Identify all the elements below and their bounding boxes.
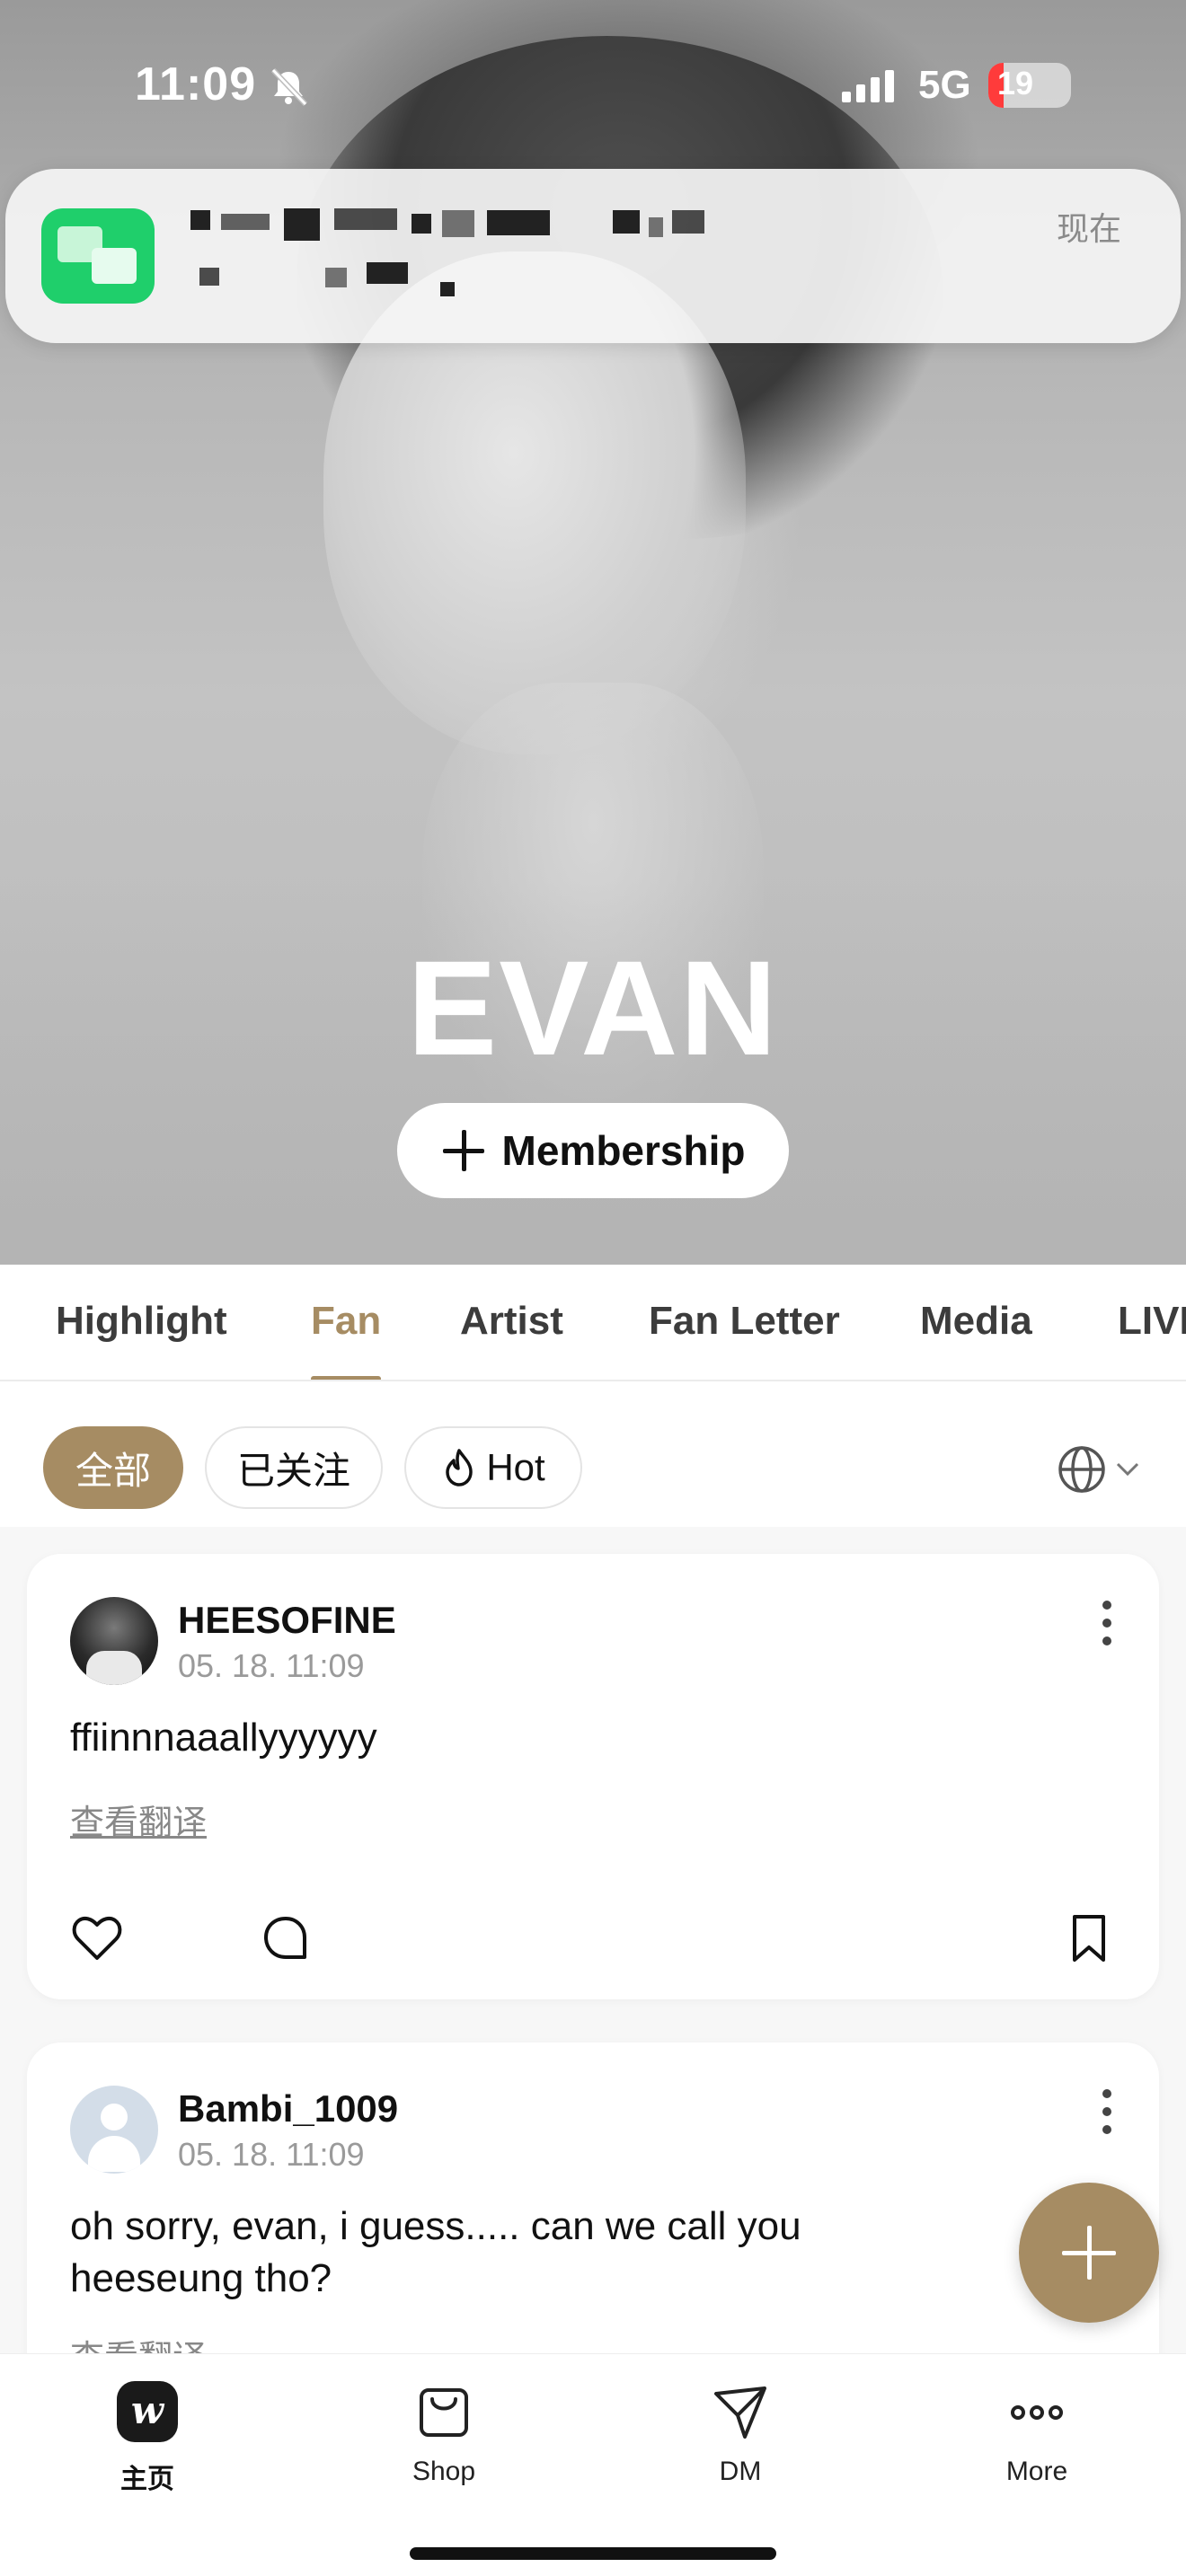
nav-label: More <box>1005 2457 1068 2486</box>
filter-chip-hot[interactable]: Hot <box>404 1426 582 1509</box>
translate-link[interactable]: 查看翻译 <box>70 2330 207 2353</box>
section-tabs: Highlight Fan Artist Fan Letter Media LI… <box>0 1265 1186 1381</box>
more-dots-icon <box>1011 2405 1063 2420</box>
avatar[interactable] <box>70 2086 158 2174</box>
filter-chip-label: 全部 <box>75 1449 151 1492</box>
post-text: oh sorry, evan, i guess..... can we call… <box>70 2204 801 2300</box>
notification-content-pixelated <box>190 205 999 313</box>
bell-muted-icon <box>270 67 308 107</box>
bookmark-icon[interactable] <box>1062 1911 1116 1965</box>
post-username[interactable]: HEESOFINE <box>178 1599 396 1642</box>
plus-icon <box>1062 2226 1116 2280</box>
home-icon: w <box>117 2381 178 2442</box>
notification-banner[interactable]: 现在 <box>5 169 1181 343</box>
battery-text: 19 <box>997 65 1034 101</box>
filter-chip-all[interactable]: 全部 <box>43 1426 183 1509</box>
network-label: 5G <box>918 63 971 107</box>
membership-button[interactable]: Membership <box>397 1103 789 1198</box>
bottom-navigation: w 主页 Shop DM More <box>0 2353 1186 2576</box>
flame-icon <box>446 1449 474 1486</box>
nav-item-dm[interactable]: DM <box>651 2381 830 2487</box>
filter-bar: 全部 已关注 Hot <box>0 1383 1186 1545</box>
tab-fan-letter[interactable]: Fan Letter <box>649 1299 840 1344</box>
signal-icon <box>842 70 894 102</box>
shop-bag-icon <box>420 2388 468 2437</box>
green-app-icon <box>41 208 155 304</box>
post-card[interactable]: Bambi_1009 05. 18. 11:09 oh sorry, evan,… <box>27 2042 1159 2353</box>
home-indicator <box>410 2547 776 2560</box>
filter-chip-label: 已关注 <box>236 1449 350 1492</box>
fan-feed: HEESOFINE 05. 18. 11:09 ffiinnnaaallyyyy… <box>0 1527 1186 2353</box>
heart-icon[interactable] <box>70 1911 124 1965</box>
filter-chip-following[interactable]: 已关注 <box>205 1426 383 1509</box>
translate-link[interactable]: 查看翻译 <box>70 1795 207 1844</box>
post-card[interactable]: HEESOFINE 05. 18. 11:09 ffiinnnaaallyyyy… <box>27 1554 1159 1999</box>
artist-name: EVAN <box>407 932 779 1083</box>
more-options-icon[interactable] <box>1102 2089 1112 2134</box>
tab-fan[interactable]: Fan <box>311 1299 381 1344</box>
avatar[interactable] <box>70 1597 158 1685</box>
more-options-icon[interactable] <box>1102 1601 1112 1645</box>
globe-icon[interactable] <box>1057 1444 1107 1495</box>
battery-indicator: 19 <box>988 63 1071 108</box>
nav-label: Shop <box>412 2457 476 2486</box>
plus-icon <box>441 1128 486 1173</box>
post-timestamp: 05. 18. 11:09 <box>178 1647 365 1684</box>
tab-live[interactable]: LIVE <box>1118 1299 1186 1344</box>
tab-artist[interactable]: Artist <box>460 1299 563 1344</box>
nav-label: 主页 <box>120 2465 174 2494</box>
new-post-button[interactable] <box>1019 2183 1159 2323</box>
notification-time: 现在 <box>1057 210 1122 247</box>
tab-media[interactable]: Media <box>920 1299 1032 1344</box>
filter-chip-label: Hot <box>486 1446 545 1488</box>
post-text: ffiinnnaaallyyyyyy <box>70 1716 377 1760</box>
nav-item-more[interactable]: More <box>947 2381 1127 2487</box>
post-timestamp: 05. 18. 11:09 <box>178 2136 365 2173</box>
status-time: 11:09 <box>135 58 257 110</box>
nav-item-home[interactable]: w 主页 <box>58 2381 237 2496</box>
chevron-down-icon[interactable] <box>1114 1459 1141 1480</box>
status-bar: 11:09 5G 19 <box>0 0 1186 171</box>
tab-highlight[interactable]: Highlight <box>56 1299 227 1344</box>
active-tab-indicator <box>311 1376 381 1380</box>
post-username[interactable]: Bambi_1009 <box>178 2087 398 2130</box>
nav-item-shop[interactable]: Shop <box>354 2381 534 2487</box>
nav-label: DM <box>719 2457 762 2486</box>
membership-label: Membership <box>501 1127 746 1174</box>
comment-icon[interactable] <box>259 1911 313 1965</box>
send-icon <box>714 2386 766 2439</box>
